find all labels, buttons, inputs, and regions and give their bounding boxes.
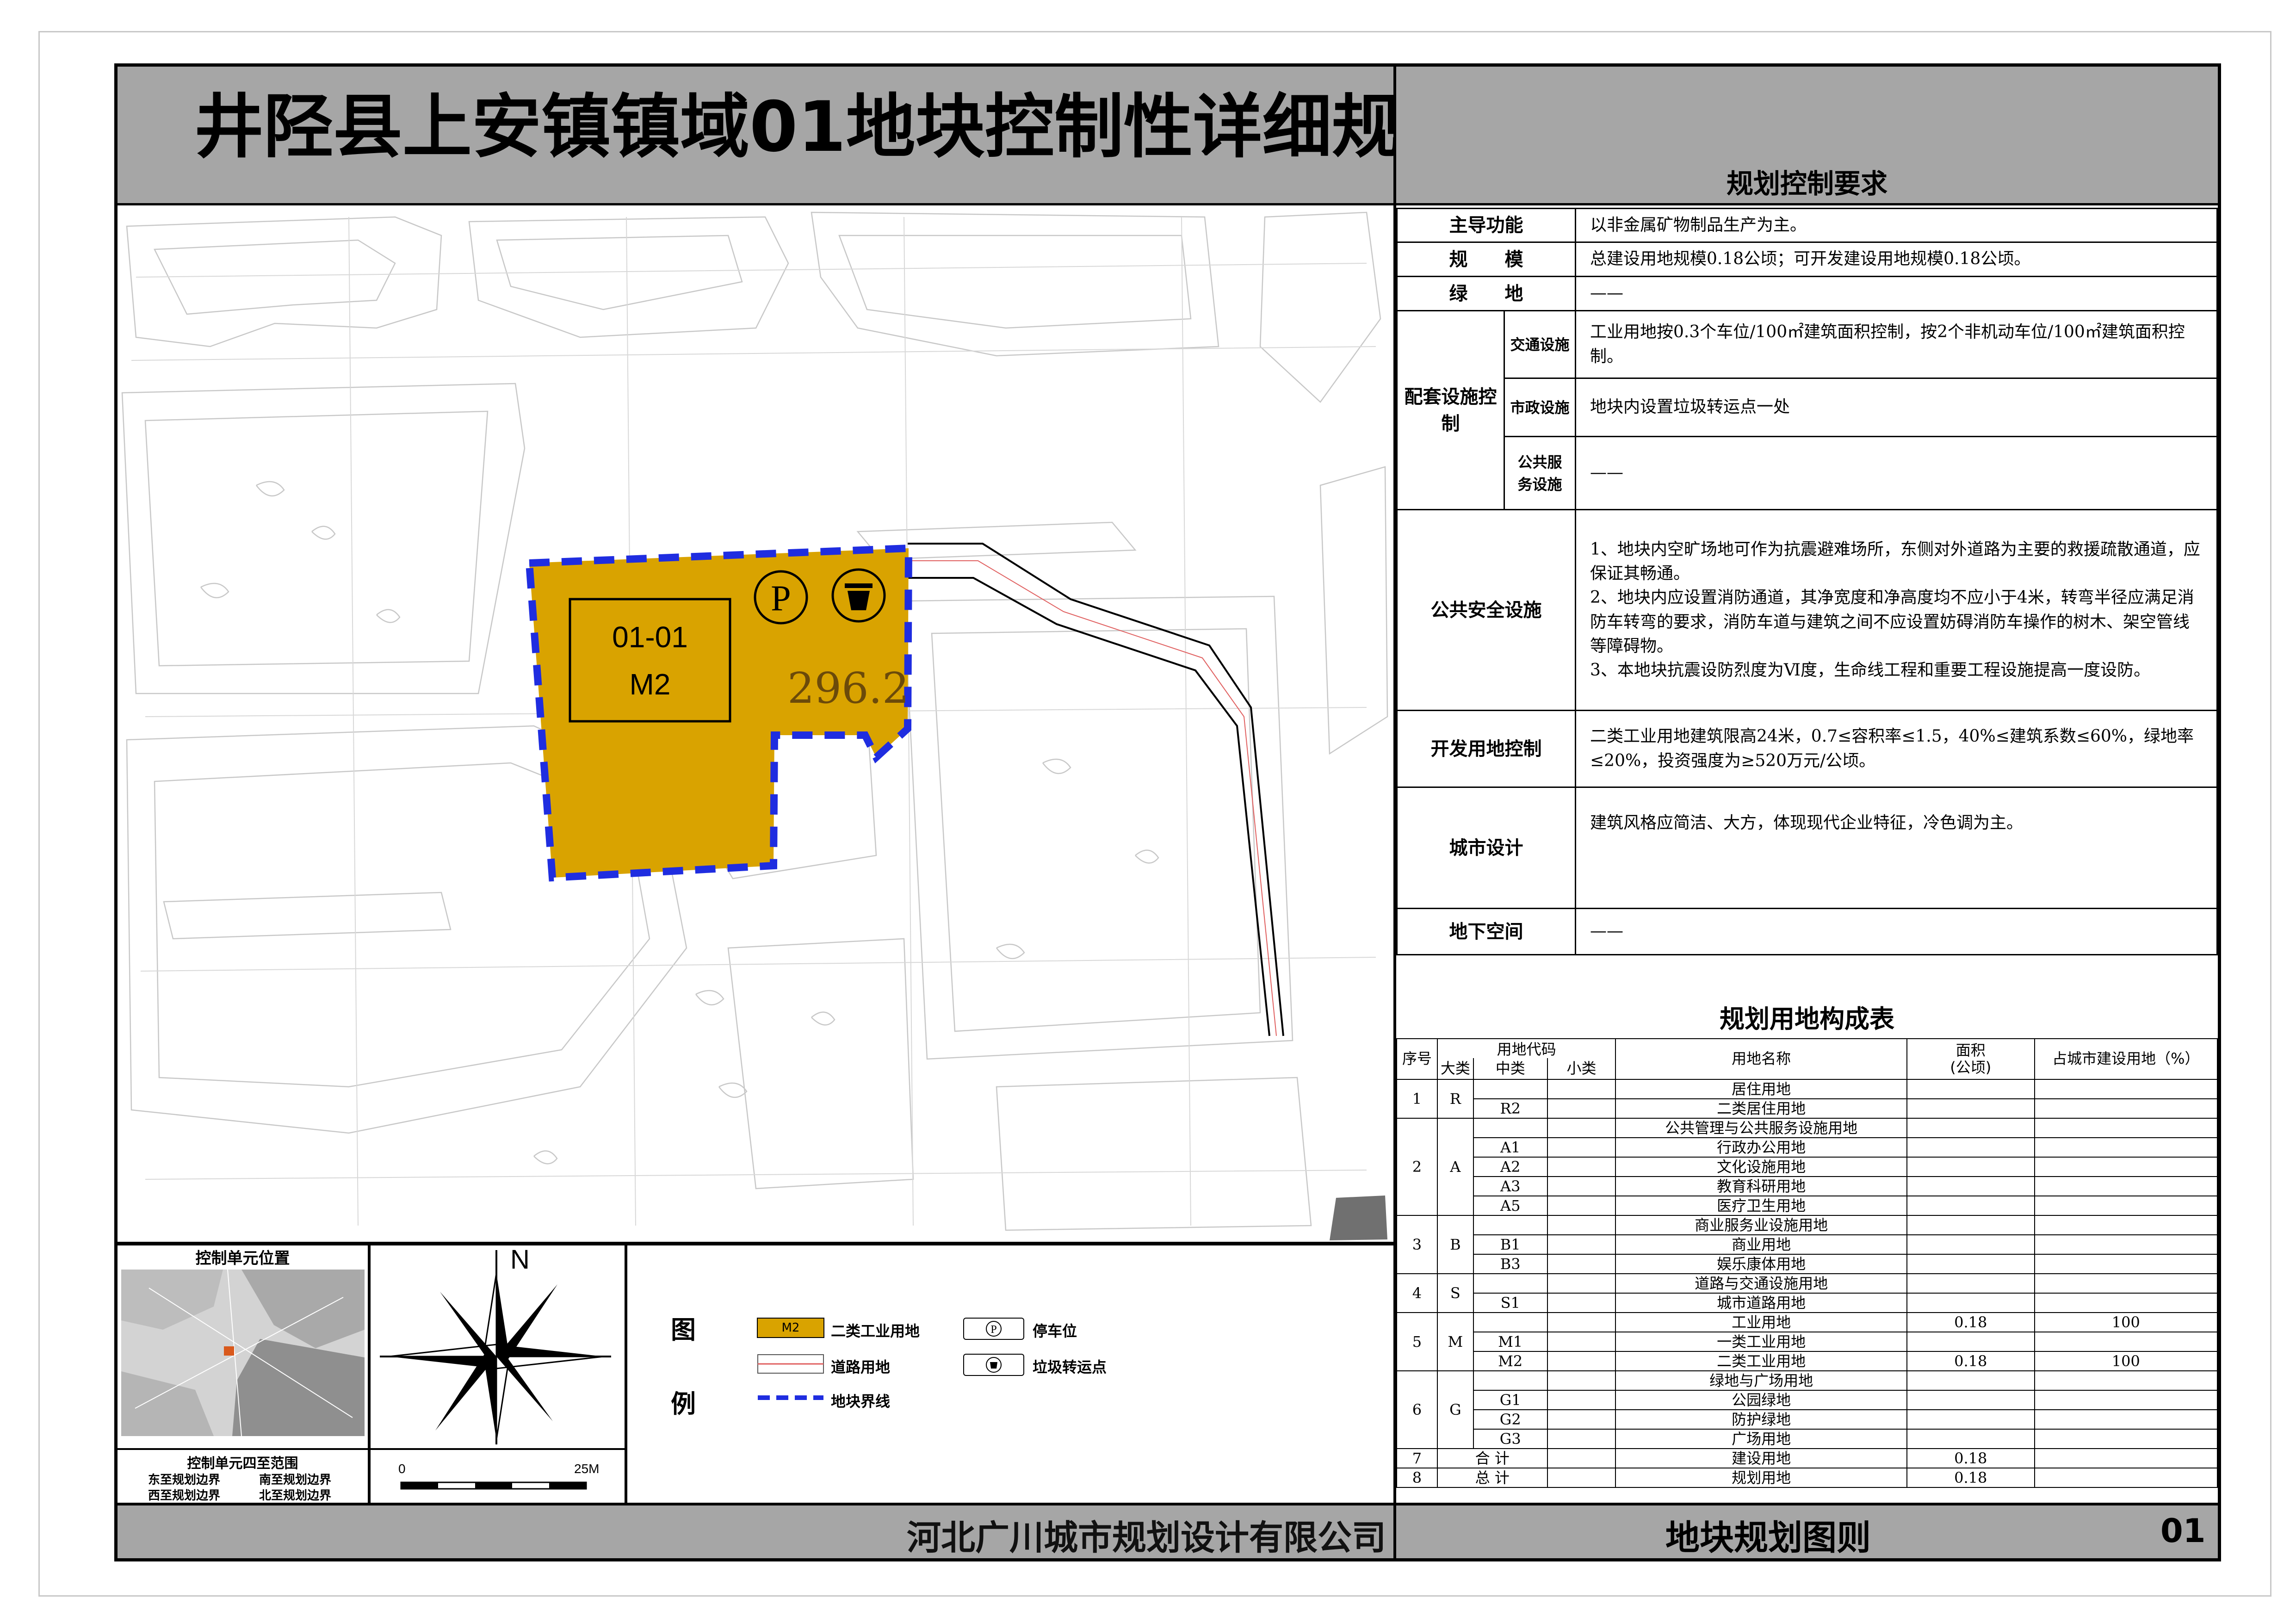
sheet-frame [114, 63, 2221, 1561]
